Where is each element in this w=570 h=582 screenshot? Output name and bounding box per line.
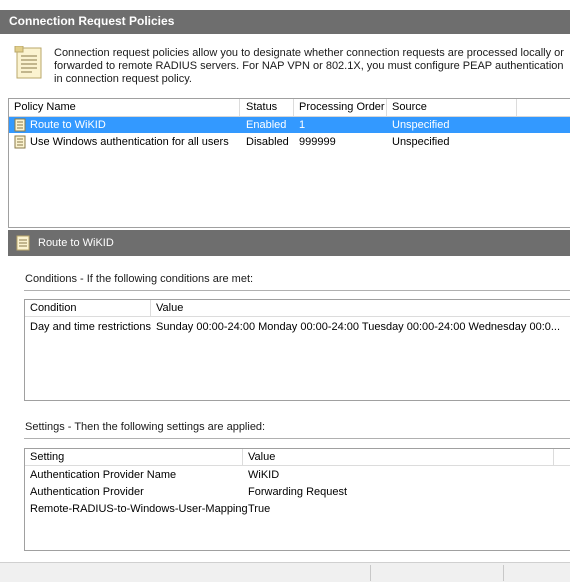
policy-document-icon: [16, 235, 30, 251]
status-bar: [0, 562, 570, 582]
policy-list-header: Policy Name Status Processing Order Sour…: [9, 99, 570, 117]
column-header-value[interactable]: Value: [156, 302, 183, 314]
setting-value: Forwarding Request: [248, 486, 348, 498]
policy-icon: [14, 118, 26, 132]
policy-source: Unspecified: [392, 136, 450, 148]
column-header-condition[interactable]: Condition: [30, 302, 76, 314]
setting-value: True: [248, 503, 271, 515]
setting-value: WiKID: [248, 469, 280, 481]
condition-name: Day and time restrictions: [30, 321, 152, 333]
policy-list[interactable]: Policy Name Status Processing Order Sour…: [8, 98, 570, 228]
policy-row-windows-auth[interactable]: Use Windows authentication for all users…: [9, 134, 570, 150]
settings-grid[interactable]: Setting Value Authentication Provider Na…: [24, 448, 570, 551]
detail-title: Route to WiKID: [38, 237, 114, 249]
setting-name: Authentication Provider Name: [30, 469, 177, 481]
setting-row[interactable]: Authentication Provider Forwarding Reque…: [25, 484, 570, 500]
conditions-grid[interactable]: Condition Value Day and time restriction…: [24, 299, 570, 401]
column-header-setting[interactable]: Setting: [30, 451, 64, 463]
divider: [24, 290, 570, 291]
setting-row[interactable]: Remote-RADIUS-to-Windows-User-Mapping Tr…: [25, 501, 570, 517]
conditions-label: Conditions - If the following conditions…: [25, 273, 254, 285]
page-title: Connection Request Policies: [9, 14, 175, 28]
setting-name: Remote-RADIUS-to-Windows-User-Mapping: [30, 503, 248, 515]
column-header-status[interactable]: Status: [246, 101, 277, 113]
conditions-grid-header: Condition Value: [25, 300, 570, 317]
setting-name: Authentication Provider: [30, 486, 144, 498]
divider: [24, 438, 570, 439]
column-header-value[interactable]: Value: [248, 451, 275, 463]
policy-name: Route to WiKID: [30, 119, 106, 131]
column-header-source[interactable]: Source: [392, 101, 427, 113]
policy-name: Use Windows authentication for all users: [30, 136, 229, 148]
policy-status: Enabled: [246, 119, 287, 131]
condition-row[interactable]: Day and time restrictions Sunday 00:00-2…: [25, 319, 570, 335]
policy-source: Unspecified: [392, 119, 450, 131]
setting-row[interactable]: Authentication Provider Name WiKID: [25, 467, 570, 483]
condition-value: Sunday 00:00-24:00 Monday 00:00-24:00 Tu…: [156, 321, 561, 333]
policy-status: Disabled: [246, 136, 289, 148]
policy-order: 999999: [299, 136, 336, 148]
policy-document-icon: [14, 46, 42, 79]
policy-icon: [14, 135, 26, 149]
info-description: Connection request policies allow you to…: [54, 47, 564, 85]
settings-grid-header: Setting Value: [25, 449, 570, 466]
column-header-processing-order[interactable]: Processing Order: [299, 101, 385, 113]
settings-label: Settings - Then the following settings a…: [25, 421, 266, 433]
policy-row-route-to-wikid[interactable]: Route to WiKID Enabled 1 Unspecified: [9, 117, 570, 133]
policy-order: 1: [299, 119, 306, 131]
column-header-policy-name[interactable]: Policy Name: [14, 101, 76, 113]
